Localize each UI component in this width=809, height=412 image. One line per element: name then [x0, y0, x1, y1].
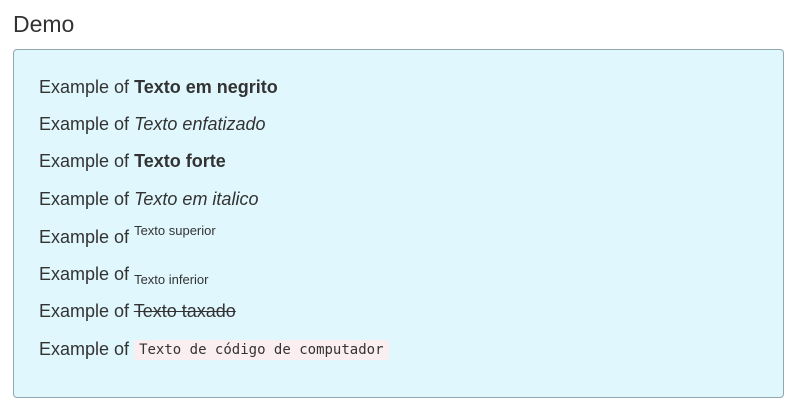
code-text: Texto de código de computador [134, 340, 389, 360]
example-prefix: Example of [39, 301, 130, 321]
strikethrough-text: Texto taxado [133, 301, 236, 321]
subscript-text: Texto inferior [134, 272, 209, 287]
example-subscript: Example of Texto inferior [39, 262, 208, 286]
page-title: Demo [13, 11, 75, 37]
example-prefix: Example of [39, 151, 130, 171]
example-prefix: Example of [39, 339, 130, 359]
example-emphasized: Example of Texto enfatizado [39, 112, 266, 136]
example-italic: Example of Texto em italico [39, 187, 258, 211]
example-prefix: Example of [39, 264, 130, 284]
italic-text: Texto em italico [134, 189, 259, 209]
superscript-text: Texto superior [134, 223, 216, 238]
bold-text: Texto em negrito [134, 77, 278, 97]
example-prefix: Example of [39, 77, 130, 97]
example-prefix: Example of [39, 114, 130, 134]
strong-text: Texto forte [134, 151, 226, 171]
example-strikethrough: Example of Texto taxado [39, 299, 236, 323]
example-code: Example of Texto de código de computador [39, 337, 389, 362]
emphasized-text: Texto enfatizado [134, 114, 266, 134]
example-bold: Example of Texto em negrito [39, 75, 278, 99]
example-prefix: Example of [39, 227, 130, 247]
example-strong: Example of Texto forte [39, 149, 226, 173]
demo-panel: Example of Texto em negrito Example of T… [13, 49, 784, 398]
example-superscript: Example of Texto superior [39, 223, 216, 249]
example-prefix: Example of [39, 189, 130, 209]
